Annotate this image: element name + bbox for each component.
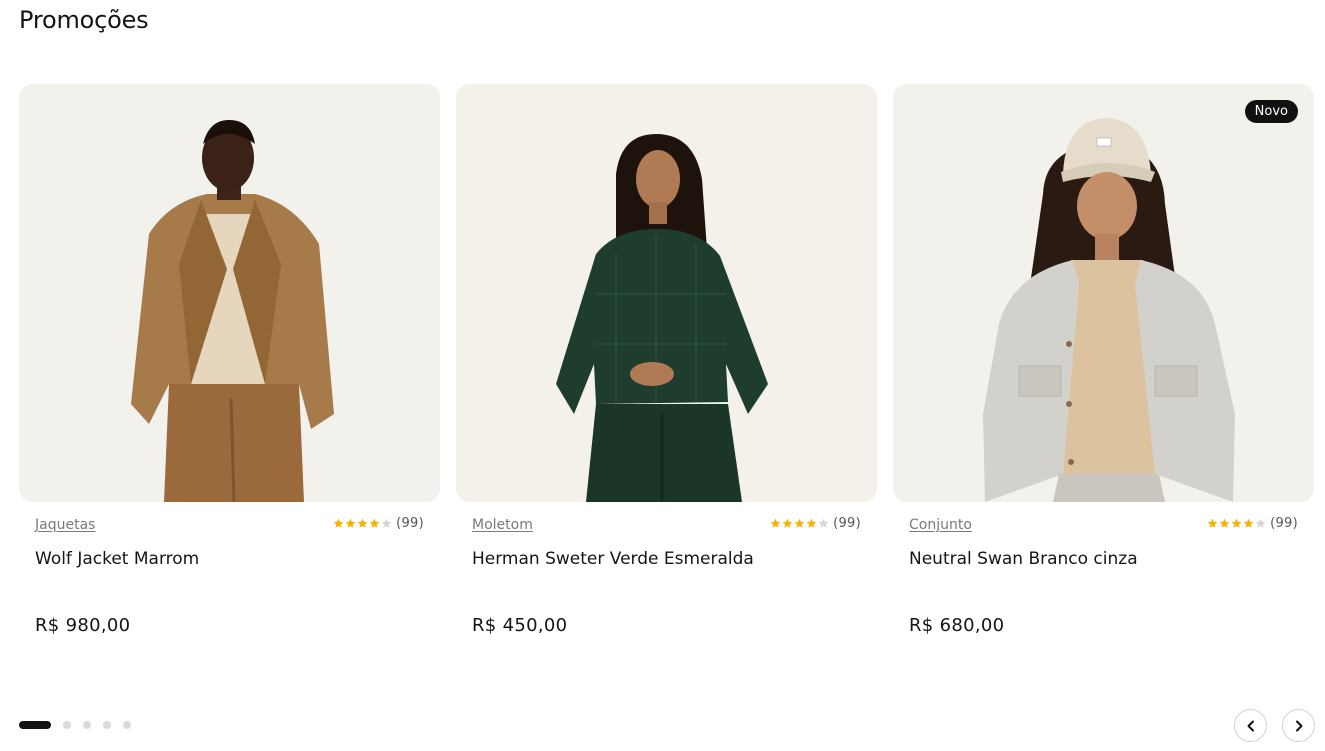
product-name[interactable]: Wolf Jacket Marrom: [35, 549, 199, 569]
pagination-dot[interactable]: [123, 721, 131, 729]
product-card[interactable]: Jaquetas (99) Wolf Jacket Marrom R$ 980,…: [19, 84, 440, 636]
product-rating: (99): [770, 516, 861, 531]
product-category-link[interactable]: Jaquetas: [35, 517, 95, 533]
product-image[interactable]: [19, 84, 440, 502]
product-rating: (99): [333, 516, 424, 531]
pagination-dot[interactable]: [83, 721, 91, 729]
star-filled-icon: [1219, 518, 1230, 528]
product-photo-woman-grey-jacket: [893, 84, 1314, 502]
product-card[interactable]: Novo Conjunto (99) Neutral Swan Branco c…: [893, 84, 1314, 636]
product-rating: (99): [1207, 516, 1298, 531]
star-filled-icon: [1243, 518, 1254, 528]
carousel-prev-button[interactable]: [1234, 709, 1267, 742]
product-category-link[interactable]: Moletom: [472, 517, 533, 533]
star-empty-icon: [381, 518, 392, 528]
rating-stars: [333, 518, 392, 529]
star-filled-icon: [357, 518, 368, 528]
product-price: R$ 980,00: [35, 615, 131, 636]
chevron-left-icon: [1247, 720, 1254, 731]
rating-count: (99): [1270, 516, 1298, 531]
rating-stars: [1207, 518, 1266, 529]
product-name[interactable]: Herman Sweter Verde Esmeralda: [472, 549, 754, 569]
pagination-dot[interactable]: [103, 721, 111, 729]
product-photo-man-brown-jacket: [19, 84, 440, 502]
star-filled-icon: [1207, 518, 1218, 528]
product-name[interactable]: Neutral Swan Branco cinza: [909, 549, 1138, 569]
chevron-right-icon: [1295, 720, 1302, 731]
pagination-dot[interactable]: [19, 721, 51, 729]
star-filled-icon: [1231, 518, 1242, 528]
star-filled-icon: [770, 518, 781, 528]
rating-stars: [770, 518, 829, 529]
star-filled-icon: [333, 518, 344, 528]
star-empty-icon: [1255, 518, 1266, 528]
product-price: R$ 450,00: [472, 615, 568, 636]
rating-count: (99): [396, 516, 424, 531]
star-filled-icon: [345, 518, 356, 528]
product-image[interactable]: Novo: [893, 84, 1314, 502]
rating-count: (99): [833, 516, 861, 531]
product-price: R$ 680,00: [909, 615, 1005, 636]
product-image[interactable]: [456, 84, 877, 502]
section-title: Promoções: [19, 6, 149, 34]
star-filled-icon: [369, 518, 380, 528]
carousel-pagination: [19, 721, 131, 729]
star-filled-icon: [794, 518, 805, 528]
new-badge: Novo: [1244, 100, 1298, 123]
pagination-dot[interactable]: [63, 721, 71, 729]
product-category-link[interactable]: Conjunto: [909, 517, 972, 533]
product-photo-woman-green-sweater: [456, 84, 877, 502]
promotions-page: Promoções Jaquetas (99) Wolf Jacket Marr…: [0, 0, 1325, 751]
star-filled-icon: [782, 518, 793, 528]
carousel-next-button[interactable]: [1282, 709, 1315, 742]
star-filled-icon: [806, 518, 817, 528]
product-card[interactable]: Moletom (99) Herman Sweter Verde Esmeral…: [456, 84, 877, 636]
star-empty-icon: [818, 518, 829, 528]
